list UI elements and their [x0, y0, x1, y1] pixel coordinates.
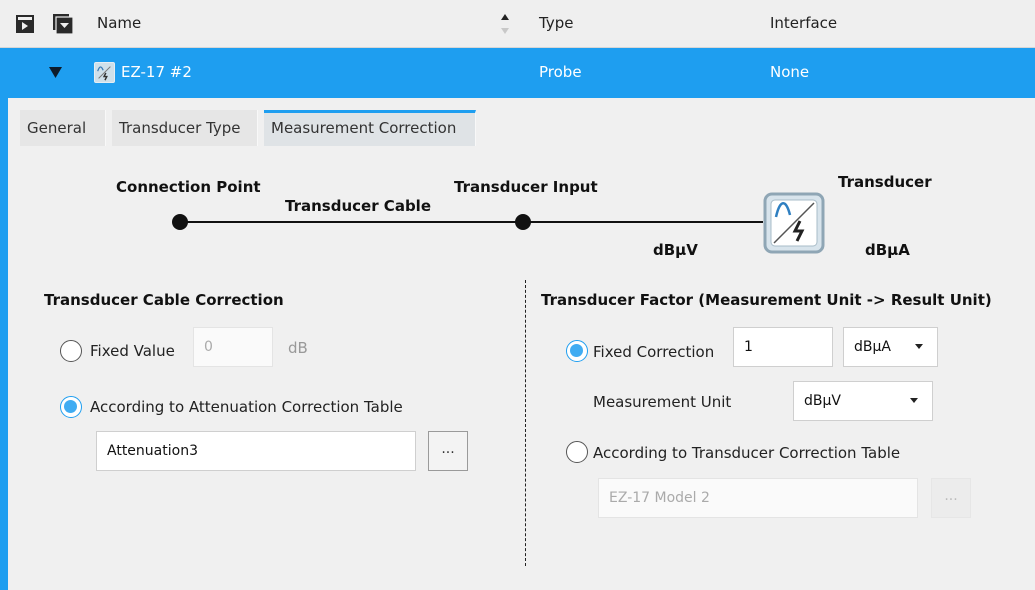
- detail-panel: General Transducer Type Measurement Corr…: [0, 98, 1035, 590]
- transducer-label: Transducer: [838, 173, 932, 191]
- transducer-input-node: [515, 214, 531, 230]
- transducer-cable-label: Transducer Cable: [285, 197, 431, 215]
- collapse-all-icon[interactable]: [14, 13, 36, 35]
- transducer-table-radio[interactable]: [566, 441, 588, 463]
- attenuation-table-input[interactable]: Attenuation3: [96, 431, 416, 471]
- fixed-correction-radio[interactable]: [566, 340, 588, 362]
- expand-all-icon[interactable]: [52, 13, 74, 35]
- result-unit-select[interactable]: dBµA: [843, 327, 938, 367]
- transducer-icon: [763, 192, 825, 254]
- transducer-table-label: According to Transducer Correction Table: [593, 444, 901, 462]
- connection-point-label: Connection Point: [116, 178, 261, 196]
- output-unit-label: dBµA: [865, 241, 910, 259]
- column-type[interactable]: Type: [539, 14, 573, 32]
- transducer-browse-button[interactable]: ...: [931, 478, 971, 518]
- transducer-device-icon: [94, 62, 115, 83]
- attenuation-browse-button[interactable]: ...: [428, 431, 468, 471]
- attenuation-table-radio[interactable]: [60, 396, 82, 418]
- row-name: EZ-17 #2: [121, 63, 192, 81]
- cable-correction-title: Transducer Cable Correction: [44, 291, 284, 309]
- row-interface: None: [770, 63, 810, 81]
- column-interface[interactable]: Interface: [770, 14, 837, 32]
- transducer-factor-title: Transducer Factor (Measurement Unit -> R…: [541, 291, 992, 309]
- fixed-correction-input[interactable]: 1: [733, 327, 833, 367]
- result-unit-value: dBµA: [854, 339, 891, 355]
- fixed-correction-label: Fixed Correction: [593, 343, 715, 361]
- signal-path-lines: [172, 214, 763, 230]
- measurement-unit-value: dBµV: [804, 393, 841, 409]
- transducer-input-label: Transducer Input: [454, 178, 598, 196]
- fixed-value-radio[interactable]: [60, 340, 82, 362]
- fixed-value-unit: dB: [288, 339, 308, 357]
- section-divider: [525, 280, 526, 566]
- chevron-down-icon: [915, 344, 923, 349]
- transducer-table-input[interactable]: EZ-17 Model 2: [598, 478, 918, 518]
- table-row[interactable]: EZ-17 #2 Probe None: [0, 48, 1035, 98]
- collapse-row-icon[interactable]: [49, 67, 62, 78]
- table-header: Name Type Interface: [0, 0, 1035, 48]
- fixed-value-label: Fixed Value: [90, 342, 175, 360]
- sort-icon[interactable]: [500, 13, 510, 35]
- column-name[interactable]: Name: [97, 14, 141, 32]
- input-unit-label: dBµV: [653, 241, 698, 259]
- connection-point-node: [172, 214, 188, 230]
- signal-path-diagram: Connection Point Transducer Cable Transd…: [8, 98, 1035, 298]
- fixed-value-input[interactable]: 0: [193, 327, 273, 367]
- measurement-unit-label: Measurement Unit: [593, 393, 732, 411]
- measurement-unit-select[interactable]: dBµV: [793, 381, 933, 421]
- attenuation-table-label: According to Attenuation Correction Tabl…: [90, 398, 403, 416]
- row-type: Probe: [539, 63, 582, 81]
- chevron-down-icon: [910, 398, 918, 403]
